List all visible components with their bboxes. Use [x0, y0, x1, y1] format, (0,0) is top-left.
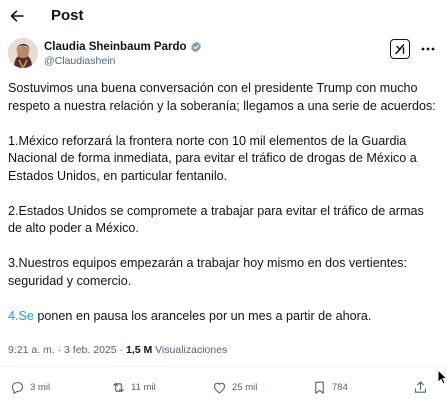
grok-icon — [395, 44, 405, 55]
like-count: 25 mil — [232, 381, 258, 393]
verified-badge-icon — [190, 41, 201, 53]
reply-button[interactable]: 3 mil — [10, 378, 50, 396]
meta-separator: · — [54, 344, 65, 356]
tweet-date[interactable]: 3 feb. 2025 — [64, 344, 117, 356]
grok-button[interactable] — [390, 39, 410, 59]
tweet-paragraph: 2.Estados Unidos se compromete a trabaja… — [8, 203, 424, 236]
page-title: Post — [51, 7, 84, 24]
tweet-paragraph: 4.Se ponen en pausa los aranceles por un… — [8, 308, 440, 326]
avatar[interactable] — [8, 38, 38, 68]
divider — [0, 366, 447, 367]
repost-icon — [113, 382, 124, 392]
author-handle[interactable]: @Claudiashein — [44, 55, 115, 68]
meta-separator: · — [116, 344, 126, 356]
tweet-link[interactable]: 4.Se — [8, 309, 34, 323]
action-bar: 3 mil 11 mil 25 mil 784 — [0, 378, 447, 398]
bookmark-count: 784 — [332, 381, 348, 393]
tweet-text: Sostuvimos una buena conversación con el… — [8, 80, 440, 343]
tweet-meta: 9:21 a. m. · 3 feb. 2025 · 1,5 M Visuali… — [8, 343, 227, 357]
back-button[interactable] — [8, 6, 26, 26]
bookmark-icon — [315, 381, 324, 394]
like-button[interactable]: 25 mil — [212, 378, 257, 396]
repost-button[interactable]: 11 mil — [111, 378, 156, 396]
share-button[interactable] — [413, 378, 433, 396]
bookmark-button[interactable]: 784 — [312, 378, 348, 396]
views-count: 1,5 M — [125, 344, 153, 356]
post-header: Post — [0, 0, 447, 34]
share-icon — [414, 380, 427, 393]
author-name[interactable]: Claudia Sheinbaum Pardo — [44, 40, 202, 54]
mouse-cursor-icon — [437, 369, 447, 385]
views-label: Visualizaciones — [152, 344, 228, 356]
repost-count: 11 mil — [131, 381, 156, 393]
reply-count: 3 mil — [30, 381, 51, 393]
more-options-button[interactable] — [419, 41, 437, 57]
tweet-paragraph: 1.México reforzará la frontera norte con… — [8, 133, 417, 183]
tweet-paragraph: Sostuvimos una buena conversación con el… — [8, 81, 436, 113]
reply-icon — [11, 381, 24, 394]
tweet-paragraph: 3.Nuestros equipos empezarán a trabajar … — [8, 256, 408, 288]
more-horizontal-icon — [421, 47, 435, 51]
tweet-text-fragment: ponen en pausa los aranceles por un mes … — [33, 308, 372, 323]
arrow-left-icon — [10, 10, 24, 22]
heart-icon — [213, 382, 226, 393]
author-name-text: Claudia Sheinbaum Pardo — [44, 41, 187, 53]
tweet-time[interactable]: 9:21 a. m. — [8, 344, 55, 356]
